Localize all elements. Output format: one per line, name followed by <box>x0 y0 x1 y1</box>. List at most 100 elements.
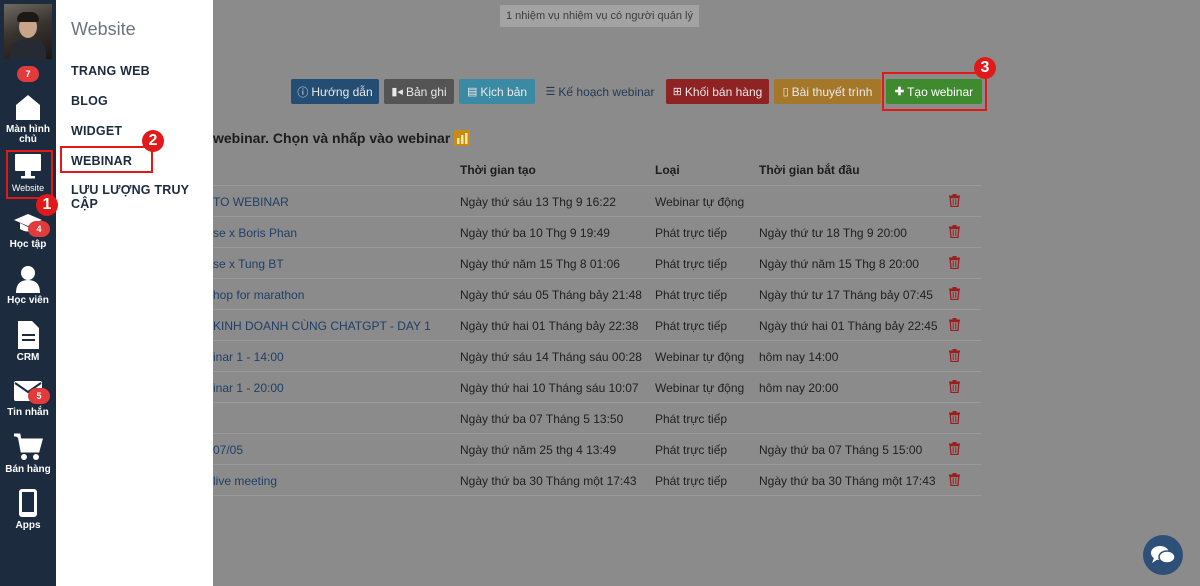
avatar[interactable] <box>4 4 52 59</box>
plan-webinar-button[interactable]: ☰ Kế hoạch webinar <box>541 79 659 104</box>
trash-icon[interactable] <box>949 380 960 393</box>
sidebar-item-label: Học tập <box>9 239 47 250</box>
created-cell: Ngày thứ năm 25 thg 4 13:49 <box>460 443 617 457</box>
script-button[interactable]: ▤ Kịch bản <box>459 79 535 104</box>
trash-icon[interactable] <box>949 225 960 238</box>
start-cell: hôm nay 14:00 <box>759 350 839 364</box>
table-row[interactable]: se x Boris Phan Ngày thứ ba 10 Thg 9 19:4… <box>213 216 981 247</box>
created-cell: Ngày thứ hai 01 Tháng bảy 22:38 <box>460 319 639 333</box>
sidebar-item-apps[interactable]: Apps <box>0 488 56 531</box>
grid-icon: ⊞ <box>672 86 682 98</box>
column-header-type: Loại <box>655 163 680 177</box>
table-row[interactable]: hop for marathon Ngày thứ sáu 05 Tháng bả… <box>213 278 981 309</box>
trash-icon[interactable] <box>949 473 960 486</box>
recording-button[interactable]: ▮◂ Bản ghi <box>384 79 454 104</box>
highlight-box <box>6 150 53 199</box>
chat-button[interactable] <box>1143 535 1183 575</box>
column-header-created: Thời gian tạo <box>460 163 536 177</box>
trash-icon[interactable] <box>949 411 960 424</box>
webinar-name-link[interactable]: KINH DOANH CÙNG CHATGPT - DAY 1 <box>213 319 431 333</box>
column-header-start: Thời gian bắt đầu <box>759 163 860 177</box>
sidebar-item-home[interactable]: Màn hình chủ <box>0 92 56 145</box>
start-cell: Ngày thứ tư 17 Tháng bảy 07:45 <box>759 288 933 302</box>
sidebar-item-label: Apps <box>15 520 41 531</box>
start-cell: Ngày thứ ba 07 Tháng 5 15:00 <box>759 443 923 457</box>
table-divider <box>213 495 981 496</box>
trash-icon[interactable] <box>949 349 960 362</box>
sidebar-item-ban-hang[interactable]: Bán hàng <box>0 432 56 475</box>
trash-icon[interactable] <box>949 256 960 269</box>
table-row[interactable]: se x Tung BT Ngày thứ năm 15 Thg 8 01:06 P… <box>213 247 981 278</box>
webinar-name-link[interactable]: se x Tung BT <box>213 257 284 271</box>
menu-item-blog[interactable]: BLOG <box>71 94 108 108</box>
table-row[interactable]: inar 1 - 14:00 Ngày thứ sáu 14 Tháng sáu … <box>213 340 981 371</box>
sidebar-item-label: Học viên <box>7 295 49 306</box>
menu-item-trang-web[interactable]: TRANG WEB <box>71 64 150 78</box>
sales-block-button[interactable]: ⊞ Khối bán hàng <box>666 79 769 104</box>
webinar-name-link[interactable]: 07/05 <box>213 443 243 457</box>
section-title: webinar. Chọn và nhấp vào webinar <box>213 130 471 146</box>
created-cell: Ngày thứ ba 07 Tháng 5 13:50 <box>460 412 624 426</box>
table-row[interactable]: 07/05 Ngày thứ năm 25 thg 4 13:49 Phát trự… <box>213 433 981 464</box>
list-icon: ☰ <box>545 86 556 98</box>
table-row[interactable]: inar 1 - 20:00 Ngày thứ hai 10 Tháng sáu … <box>213 371 981 402</box>
webinar-name-link[interactable]: inar 1 - 14:00 <box>213 350 284 364</box>
table-row[interactable]: Ngày thứ ba 07 Tháng 5 13:50 Phát trực ti… <box>213 402 981 433</box>
info-icon: ⓘ <box>297 86 309 99</box>
task-notice: 1 nhiệm vụ nhiệm vụ có người quản lý <box>500 5 699 27</box>
trash-icon[interactable] <box>949 318 960 331</box>
sidebar-item-label: Tin nhắn <box>7 407 49 418</box>
created-cell: Ngày thứ sáu 05 Tháng bảy 21:48 <box>460 288 642 302</box>
file-icon: ▯ <box>782 86 789 98</box>
flyout-title: Website <box>71 19 136 39</box>
start-cell: Ngày thứ tư 18 Thg 9 20:00 <box>759 226 907 240</box>
presentation-button[interactable]: ▯ Bài thuyết trình <box>774 79 881 104</box>
left-sidebar: 7 Màn hình chủ Website Học tập 4 Học viê… <box>0 0 56 586</box>
table-row[interactable]: TO WEBINAR Ngày thứ sáu 13 Thg 9 16:22 Web… <box>213 185 981 216</box>
webinar-name-link[interactable]: live meeting <box>213 474 277 488</box>
type-cell: Phát trực tiếp <box>655 319 728 333</box>
type-cell: Phát trực tiếp <box>655 474 728 488</box>
created-cell: Ngày thứ hai 10 Tháng sáu 10:07 <box>460 381 639 395</box>
type-cell: Phát trực tiếp <box>655 288 728 302</box>
home-icon <box>16 95 40 120</box>
book-icon: ▤ <box>466 86 478 98</box>
notification-badge: 4 <box>28 221 50 237</box>
highlight-box <box>60 146 153 173</box>
trash-icon[interactable] <box>949 194 960 207</box>
video-icon: ▮◂ <box>391 86 403 98</box>
webinar-name-link[interactable]: inar 1 - 20:00 <box>213 381 284 395</box>
notification-badge: 7 <box>17 66 39 82</box>
type-cell: Phát trực tiếp <box>655 226 728 240</box>
menu-item-traffic[interactable]: LƯU LƯỢNG TRUY CẬP <box>71 183 213 211</box>
sidebar-item-hoc-vien[interactable]: Học viên <box>0 265 56 306</box>
step-marker: 2 <box>142 130 164 152</box>
step-marker: 3 <box>974 57 996 79</box>
menu-item-widget[interactable]: WIDGET <box>71 124 122 138</box>
table-row[interactable]: live meeting Ngày thứ ba 30 Tháng một 17:… <box>213 464 981 495</box>
type-cell: Webinar tự động <box>655 381 745 395</box>
webinar-name-link[interactable]: se x Boris Phan <box>213 226 297 240</box>
document-icon <box>18 321 39 349</box>
trash-icon[interactable] <box>949 442 960 455</box>
type-cell: Webinar tự động <box>655 350 745 364</box>
table-row[interactable]: KINH DOANH CÙNG CHATGPT - DAY 1 Ngày thứ … <box>213 309 981 340</box>
cart-icon <box>14 433 43 460</box>
start-cell: Ngày thứ hai 01 Tháng bảy 22:45 <box>759 319 938 333</box>
webinar-name-link[interactable]: TO WEBINAR <box>213 195 289 209</box>
guide-button[interactable]: ⓘ Hướng dẫn <box>291 79 379 104</box>
sidebar-item-label: CRM <box>16 352 40 363</box>
sidebar-item-label: Màn hình chủ <box>6 124 50 145</box>
created-cell: Ngày thứ ba 10 Thg 9 19:49 <box>460 226 610 240</box>
trash-icon[interactable] <box>949 287 960 300</box>
bar-chart-icon[interactable] <box>454 130 471 146</box>
website-flyout-menu: Website TRANG WEB BLOG WIDGET WEBINAR LƯ… <box>56 0 213 586</box>
highlight-box <box>882 72 987 111</box>
start-cell: Ngày thứ ba 30 Tháng một 17:43 <box>759 474 936 488</box>
sidebar-item-label: Bán hàng <box>5 464 51 475</box>
created-cell: Ngày thứ sáu 14 Tháng sáu 00:28 <box>460 350 642 364</box>
type-cell: Phát trực tiếp <box>655 412 728 426</box>
webinar-name-link[interactable]: hop for marathon <box>213 288 304 302</box>
chat-icon <box>1151 546 1176 564</box>
sidebar-item-crm[interactable]: CRM <box>0 320 56 363</box>
